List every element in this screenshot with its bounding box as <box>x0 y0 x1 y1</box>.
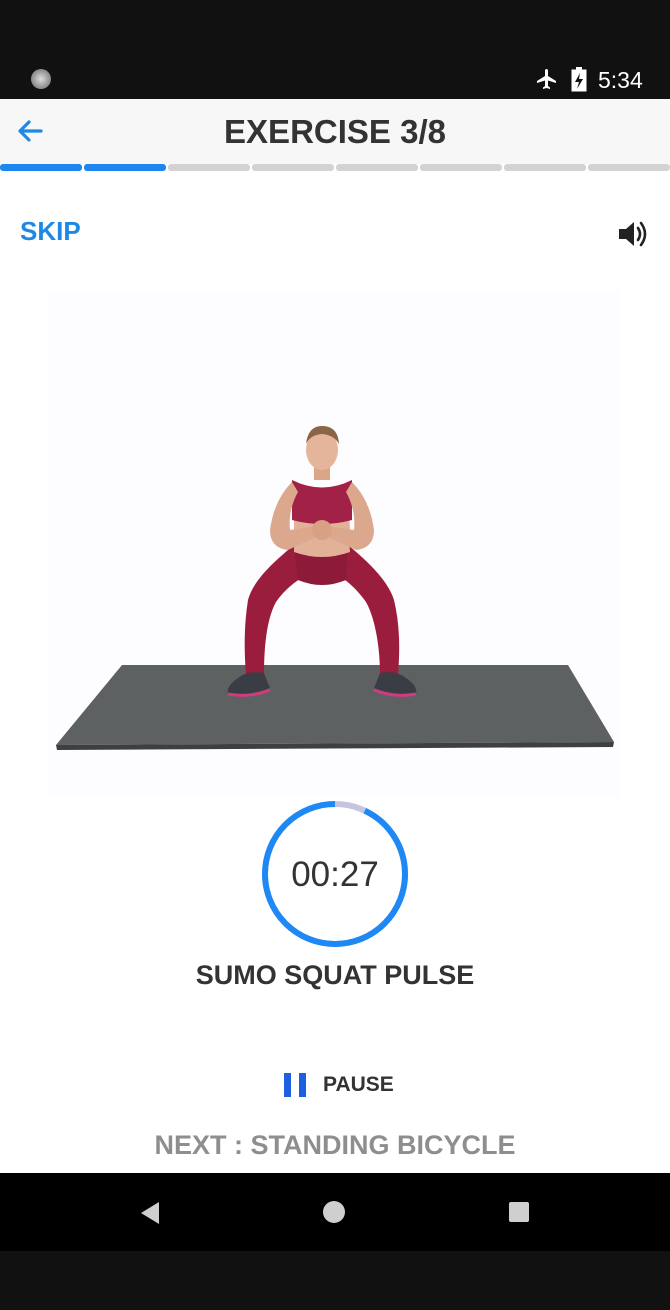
pause-button[interactable]: PAUSE <box>284 1068 394 1102</box>
speaker-volume-icon[interactable] <box>617 219 649 249</box>
progress-segment <box>336 164 418 171</box>
pause-icon <box>284 1073 306 1097</box>
timer-value: 00:27 <box>291 855 379 894</box>
exercise-animation-image <box>48 290 620 798</box>
progress-segment <box>420 164 502 171</box>
progress-segment <box>252 164 334 171</box>
progress-segment <box>0 164 82 171</box>
status-time: 5:34 <box>598 67 643 93</box>
airplane-mode-icon <box>537 69 556 89</box>
notification-dot-icon <box>31 69 51 89</box>
status-bar: 5:34 <box>0 60 670 99</box>
app-header: EXERCISE 3/8 <box>0 99 670 165</box>
page-title: EXERCISE 3/8 <box>224 113 446 150</box>
android-nav-bar <box>0 1173 670 1251</box>
skip-button[interactable]: SKIP <box>20 216 81 247</box>
progress-segment <box>168 164 250 171</box>
nav-recents-icon[interactable] <box>509 1202 529 1222</box>
top-black-bar <box>0 0 670 60</box>
progress-segment <box>84 164 166 171</box>
progress-segment <box>504 164 586 171</box>
nav-back-icon[interactable] <box>139 1201 161 1225</box>
pause-label: PAUSE <box>323 1073 394 1096</box>
next-exercise-label: NEXT : STANDING BICYCLE <box>154 1130 516 1160</box>
exercise-name: SUMO SQUAT PULSE <box>195 960 475 990</box>
battery-charging-icon <box>571 67 587 92</box>
progress-segment <box>588 164 670 171</box>
exercise-progress-bar <box>0 164 670 172</box>
bottom-black-bar <box>0 1251 670 1310</box>
nav-home-icon[interactable] <box>323 1201 345 1223</box>
